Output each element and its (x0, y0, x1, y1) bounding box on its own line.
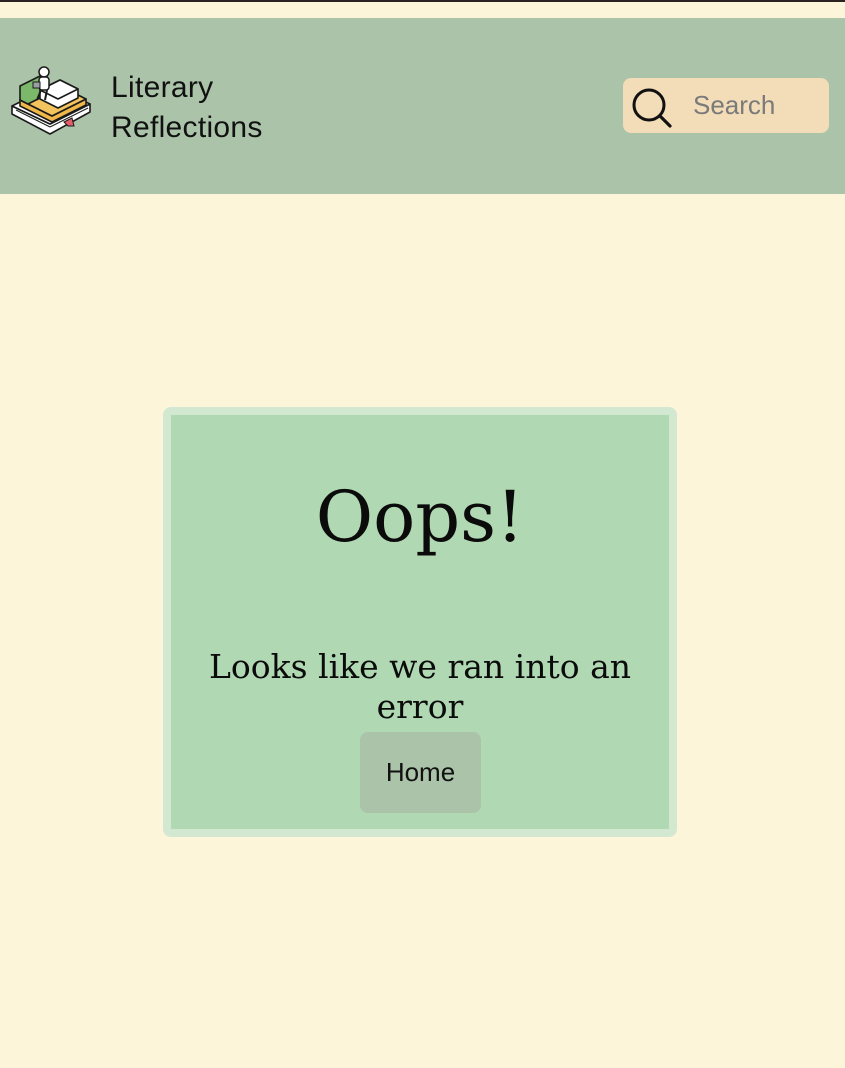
search-box (623, 78, 829, 133)
logo-icon[interactable] (8, 64, 94, 140)
top-border (0, 0, 845, 2)
site-header: Literary Reflections (0, 18, 845, 194)
site-title-line2: Reflections (111, 111, 263, 144)
search-input[interactable] (685, 78, 825, 133)
error-message: Looks like we ran into an error (208, 647, 631, 726)
error-card-inner: Oops! Looks like we ran into an error Ho… (171, 415, 669, 829)
error-card: Oops! Looks like we ran into an error Ho… (163, 407, 677, 837)
search-icon[interactable] (629, 85, 673, 129)
site-title[interactable]: Literary Reflections (111, 68, 263, 148)
home-button[interactable]: Home (360, 732, 481, 813)
error-title: Oops! (315, 476, 525, 558)
site-title-line1: Literary (111, 71, 214, 104)
